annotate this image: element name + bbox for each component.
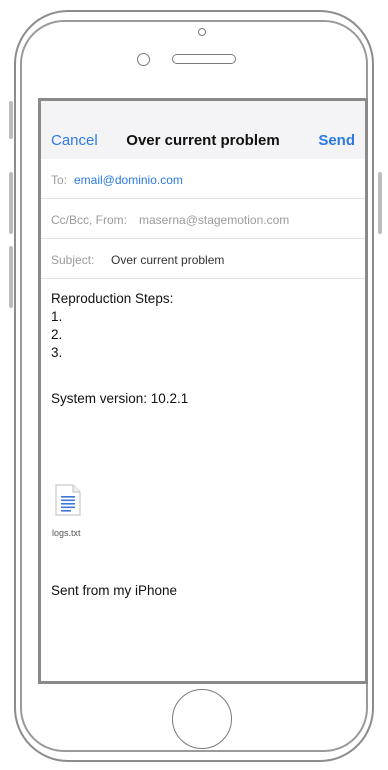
phone-volume-down [9, 246, 13, 308]
reproduction-steps-heading: Reproduction Steps: [51, 291, 174, 306]
send-button[interactable]: Send [318, 132, 355, 149]
to-label: To: [51, 173, 68, 187]
sensor-dot [198, 28, 206, 36]
step-3: 3. [51, 345, 63, 360]
ccbcc-from-label: Cc/Bcc, From: [51, 213, 128, 227]
phone-volume-up [9, 172, 13, 234]
to-recipient[interactable]: email@dominio.com [74, 173, 183, 187]
home-button[interactable] [172, 689, 232, 749]
step-2: 2. [51, 327, 63, 342]
phone-side-button [9, 101, 13, 139]
to-field[interactable]: To: email@dominio.com [41, 159, 365, 199]
front-camera [137, 53, 150, 66]
signature: Sent from my iPhone [51, 583, 178, 598]
mail-compose-screen: Cancel Over current problem Send To: ema… [38, 98, 368, 684]
subject-field[interactable]: Subject: Over current problem [41, 239, 365, 279]
text-file-icon[interactable] [55, 484, 81, 516]
phone-power-button [378, 172, 382, 234]
compose-nav-bar: Cancel Over current problem Send [41, 101, 365, 159]
subject-label: Subject: [51, 253, 95, 267]
system-version: System version: 10.2.1 [51, 391, 189, 406]
earpiece-speaker [172, 54, 236, 64]
subject-value[interactable]: Over current problem [111, 253, 224, 267]
ccbcc-from-field[interactable]: Cc/Bcc, From: maserna@stagemotion.com [41, 199, 365, 239]
attachment-name[interactable]: logs.txt [52, 528, 81, 538]
step-1: 1. [51, 309, 63, 324]
from-address[interactable]: maserna@stagemotion.com [139, 213, 289, 227]
compose-title: Over current problem [126, 132, 280, 149]
